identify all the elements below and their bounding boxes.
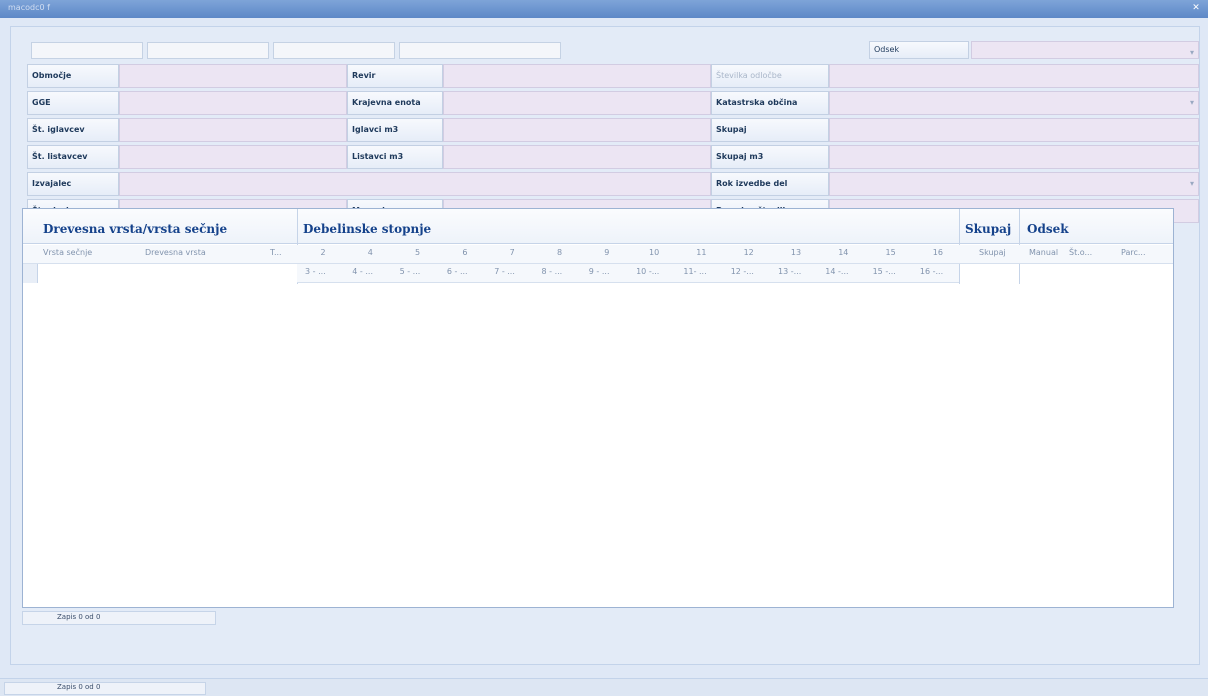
col-stopnja[interactable]: 14	[823, 248, 863, 257]
label-obmocje: Območje	[27, 64, 119, 88]
status-bar: Zapis 0 od 0	[0, 678, 1208, 696]
field-katastrska-obcina[interactable]	[829, 91, 1199, 115]
col-stopnja[interactable]: 9	[587, 248, 627, 257]
col-stopnja-sub[interactable]: 6 - ...	[447, 267, 468, 276]
column-header-row: Vrsta sečnje Drevesna vrsta T... 2456789…	[23, 245, 1173, 264]
col-stopnja-sub[interactable]: 12 -...	[731, 267, 754, 276]
col-stopnja-sub[interactable]: 11- ...	[683, 267, 706, 276]
col-stopnja-sub[interactable]: 7 - ...	[494, 267, 515, 276]
field-st-listavcev[interactable]	[119, 145, 347, 169]
filter-box-1[interactable]	[31, 42, 143, 59]
stopnje-sub-row: 3 - ... 4 - ... 5 - ... 6 - ... 7 - ... 8 - .…	[297, 264, 959, 283]
col-stopnja[interactable]: 6	[445, 248, 485, 257]
odsek-label: Odsek	[869, 41, 969, 59]
col-stopnja-sub[interactable]: 13 -...	[778, 267, 801, 276]
label-stevilka-odlocbe: Številka odločbe	[711, 64, 829, 88]
label-krajevna-enota: Krajevna enota	[347, 91, 443, 115]
col-stopnja[interactable]: 16	[918, 248, 958, 257]
filter-box-2[interactable]	[147, 42, 269, 59]
col-stopnja[interactable]: 7	[492, 248, 532, 257]
label-iglavci-m3: Iglavci m3	[347, 118, 443, 142]
col-stopnja-sub[interactable]: 10 -...	[636, 267, 659, 276]
col-stopnja-sub[interactable]: 3 - ...	[305, 267, 326, 276]
field-izvajalec[interactable]	[119, 172, 711, 196]
close-icon[interactable]: ✕	[1190, 2, 1202, 14]
col-manual[interactable]: Manual	[1029, 248, 1058, 257]
label-skupaj: Skupaj	[711, 118, 829, 142]
col-drevesna-vrsta[interactable]: Drevesna vrsta	[145, 248, 206, 257]
label-st-listavcev: Št. listavcev	[27, 145, 119, 169]
odsek-combo[interactable]	[971, 41, 1199, 59]
col-stopnja[interactable]: 8	[540, 248, 580, 257]
col-stopnja[interactable]: 10	[634, 248, 674, 257]
col-stopnja[interactable]: 5	[398, 248, 438, 257]
col-vrsta-secnje[interactable]: Vrsta sečnje	[43, 248, 92, 257]
field-st-iglavcev[interactable]	[119, 118, 347, 142]
label-listavci-m3: Listavci m3	[347, 145, 443, 169]
band-debelinske: Debelinske stopnje	[303, 222, 432, 236]
band-skupaj: Skupaj	[965, 222, 1012, 236]
field-iglavci-m3[interactable]	[443, 118, 711, 142]
record-nav-text: Zapis 0 od 0	[57, 683, 101, 691]
col-stopnja-sub[interactable]: 4 - ...	[352, 267, 373, 276]
record-navigator[interactable]: Zapis 0 od 0	[4, 682, 206, 695]
label-st-iglavcev: Št. iglavcev	[27, 118, 119, 142]
col-skupaj[interactable]: Skupaj	[979, 248, 1006, 257]
field-obmocje[interactable]	[119, 64, 347, 88]
col-stopnja-sub[interactable]: 8 - ...	[542, 267, 563, 276]
col-parc[interactable]: Parc...	[1121, 248, 1146, 257]
label-gge: GGE	[27, 91, 119, 115]
col-stopnja[interactable]: 12	[729, 248, 769, 257]
col-stopnja-sub[interactable]: 9 - ...	[589, 267, 610, 276]
label-izvajalec: Izvajalec	[27, 172, 119, 196]
field-skupaj-m3[interactable]	[829, 145, 1199, 169]
band-vrsta: Drevesna vrsta/vrsta sečnje	[43, 222, 228, 236]
grid-nav-text: Zapis 0 od 0	[57, 613, 101, 621]
field-gge[interactable]	[119, 91, 347, 115]
field-skupaj[interactable]	[829, 118, 1199, 142]
col-t[interactable]: T...	[270, 248, 282, 257]
band-odsek: Odsek	[1027, 222, 1069, 236]
field-krajevna-enota[interactable]	[443, 91, 711, 115]
filter-box-3[interactable]	[273, 42, 395, 59]
label-rok-izvedbe-del: Rok izvedbe del	[711, 172, 829, 196]
col-stopnja[interactable]: 11	[681, 248, 721, 257]
col-st-o[interactable]: Št.o...	[1069, 248, 1092, 257]
col-stopnja[interactable]: 15	[871, 248, 911, 257]
field-listavci-m3[interactable]	[443, 145, 711, 169]
label-revir: Revir	[347, 64, 443, 88]
field-rok-izvedbe-del[interactable]	[829, 172, 1199, 196]
col-stopnja-sub[interactable]: 5 - ...	[400, 267, 421, 276]
field-revir[interactable]	[443, 64, 711, 88]
col-stopnja-sub[interactable]: 14 -...	[825, 267, 848, 276]
col-stopnja[interactable]: 4	[350, 248, 390, 257]
window-title: macodc0 f	[8, 3, 50, 12]
field-stevilka-odlocbe[interactable]	[829, 64, 1199, 88]
label-skupaj-m3: Skupaj m3	[711, 145, 829, 169]
col-stopnja-sub[interactable]: 16 -...	[920, 267, 943, 276]
col-stopnja[interactable]: 13	[776, 248, 816, 257]
label-katastrska-obcina: Katastrska občina	[711, 91, 829, 115]
col-stopnja-sub[interactable]: 15 -...	[873, 267, 896, 276]
filter-box-4[interactable]	[399, 42, 561, 59]
grid-band-header: Drevesna vrsta/vrsta sečnje Debelinske s…	[23, 209, 1173, 244]
grid-navigator[interactable]: Zapis 0 od 0	[22, 611, 216, 625]
data-grid[interactable]: Drevesna vrsta/vrsta sečnje Debelinske s…	[22, 208, 1174, 608]
col-stopnja[interactable]: 2	[303, 248, 343, 257]
title-bar: macodc0 f ✕	[0, 0, 1208, 18]
